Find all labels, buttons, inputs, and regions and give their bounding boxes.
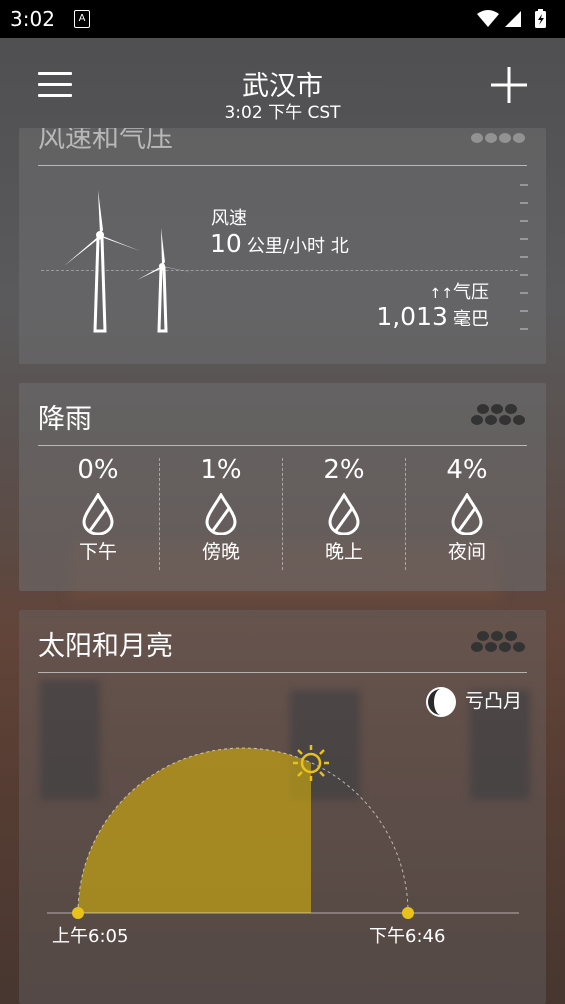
app-bar: 武汉市 3:02 下午 CST — [0, 38, 565, 128]
status-bar: 3:02 A — [0, 0, 565, 38]
pressure-reading: 1,013 毫巴 — [376, 302, 489, 331]
wind-pressure-card: 风速和气压 风速 10 公里/小时 北 ↑↑气压 1,013 毫巴 — [19, 128, 546, 364]
pressure-scale — [520, 184, 528, 330]
wifi-icon — [477, 10, 499, 27]
pressure-label-row: ↑↑气压 — [430, 278, 489, 304]
sunset-time: 下午6:46 — [369, 926, 446, 947]
card-divider — [38, 445, 527, 446]
rain-period-label: 傍晚 — [201, 541, 240, 563]
moon-phase: 亏凸月 — [465, 690, 523, 712]
daylight-elapsed — [78, 748, 311, 913]
pressure-label: 气压 — [453, 282, 489, 303]
notification-icon: A — [74, 10, 90, 28]
pressure-value: 1,013 — [376, 302, 448, 331]
drop-icon — [328, 493, 360, 535]
drop-icon — [82, 493, 114, 535]
rain-period: 4% 夜间 — [406, 455, 528, 564]
drop-icon — [205, 493, 237, 535]
card-title: 降雨 — [38, 404, 92, 435]
rain-percent: 2% — [323, 455, 365, 485]
pressure-unit: 毫巴 — [453, 309, 489, 330]
status-time: 3:02 — [10, 7, 55, 31]
wind-unit: 公里/小时 北 — [246, 236, 349, 257]
rain-period-label: 夜间 — [447, 541, 486, 563]
precipitation-card: 降雨 0% 下午 1% 傍晚 2% 晚上 4% 夜间 — [19, 383, 546, 591]
rain-percent: 1% — [200, 455, 242, 485]
card-divider — [38, 165, 527, 166]
sunset-marker — [402, 907, 414, 919]
card-title: 太阳和月亮 — [38, 631, 173, 662]
wind-value: 10 — [210, 229, 242, 258]
wind-label: 风速 — [211, 208, 247, 229]
more-dots-icon[interactable] — [470, 403, 526, 427]
sunrise-time: 上午6:05 — [52, 926, 129, 947]
rain-period-label: 晚上 — [324, 541, 363, 563]
sun-path-chart — [47, 745, 519, 919]
status-icons — [477, 9, 546, 28]
card-divider — [38, 672, 527, 673]
rain-percent: 0% — [77, 455, 119, 485]
rain-period: 0% 下午 — [37, 455, 159, 564]
add-icon[interactable] — [491, 67, 527, 103]
rain-period-label: 下午 — [78, 541, 117, 563]
more-dots-icon[interactable] — [470, 630, 526, 654]
rain-period: 2% 晚上 — [283, 455, 405, 564]
rain-period: 1% 傍晚 — [160, 455, 282, 564]
sunrise-marker — [72, 907, 84, 919]
wind-turbine-icon — [64, 190, 194, 333]
pressure-guide — [41, 270, 518, 271]
pressure-trend-icon: ↑↑ — [429, 286, 453, 302]
card-title: 风速和气压 — [38, 128, 173, 154]
drop-icon — [451, 493, 483, 535]
more-dots-icon[interactable] — [470, 131, 526, 145]
signal-icon — [505, 11, 521, 27]
local-time: 3:02 下午 CST — [224, 103, 341, 123]
moon-icon — [426, 687, 456, 717]
rain-percent: 4% — [446, 455, 488, 485]
sun-moon-card: 太阳和月亮 亏凸月 上午6:05 下午6:46 — [19, 610, 546, 1004]
wind-reading: 10 公里/小时 北 — [210, 229, 349, 258]
